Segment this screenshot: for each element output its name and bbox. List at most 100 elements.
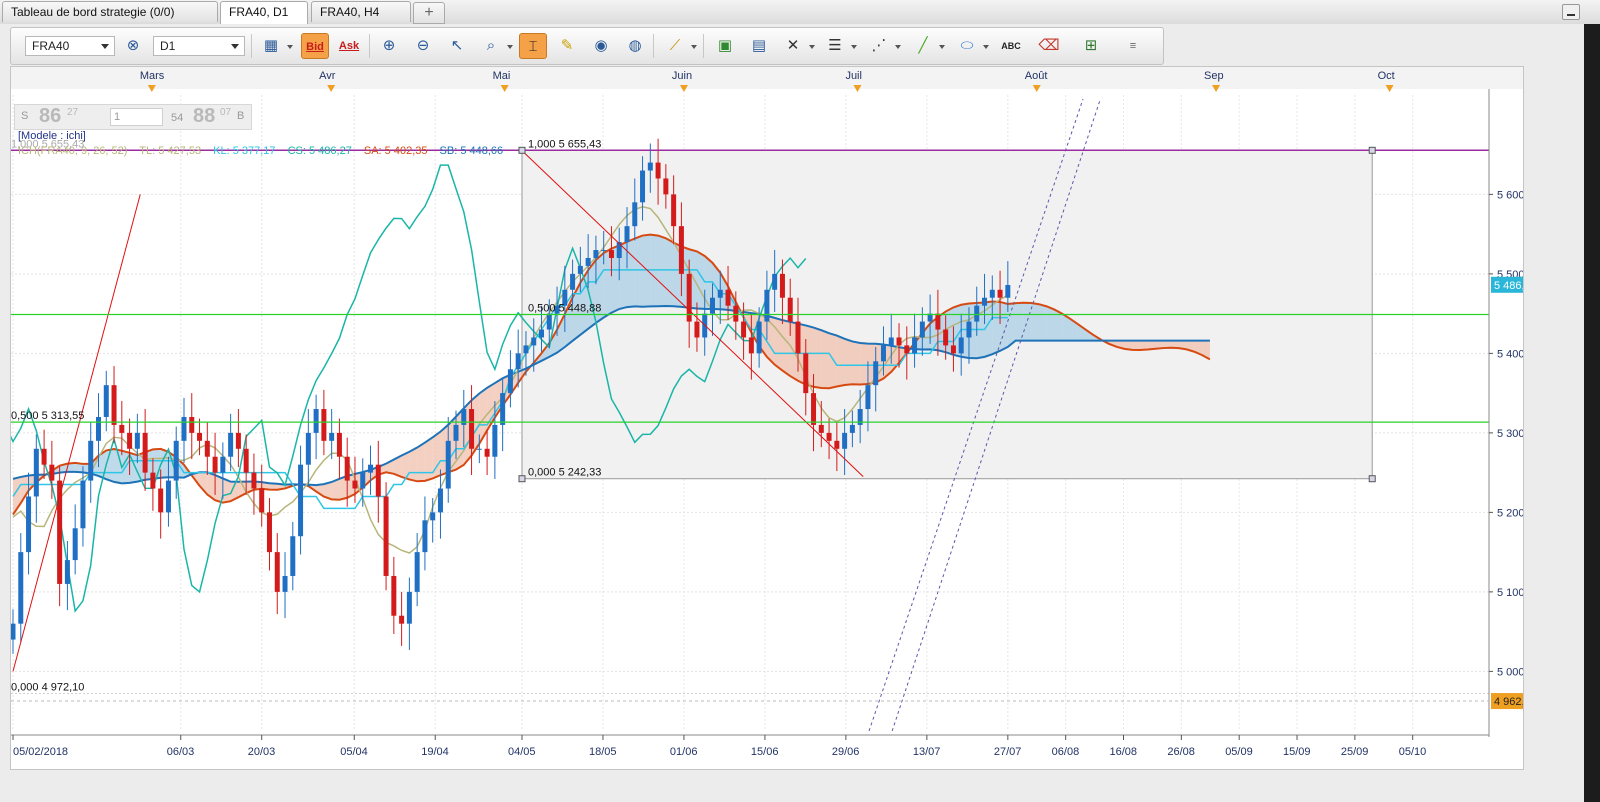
kumo-segment [829,333,837,389]
candle-body [220,456,226,473]
candle-body [772,273,778,290]
eye-icon[interactable]: ◉ [587,33,615,59]
separator [653,34,654,58]
pen-icon[interactable]: ⋰ [865,33,893,59]
kumo-segment [658,235,666,307]
candle-body [725,289,731,306]
symbol-select[interactable]: FRA40 [25,36,115,56]
eraser-icon[interactable]: ⌫ [1035,33,1063,59]
fib-label: 0,500 5 313,55 [11,410,84,422]
candle-body [663,178,669,195]
bid-button[interactable]: Bid [301,33,329,59]
tab-label: FRA40, H4 [320,5,380,19]
candle-body [811,393,817,425]
globe-icon[interactable]: ◍ [621,33,649,59]
time-tick-label: 26/08 [1167,746,1195,758]
chevron-down-icon[interactable] [287,45,293,49]
kumo-segment [1046,306,1055,341]
sell-price[interactable]: 86 [39,105,61,128]
candle-body [709,297,715,314]
candle-body [33,448,39,497]
candle-body [616,242,622,258]
tab-dashboard[interactable]: Tableau de bord strategie (0/0) [2,1,218,22]
chevron-down-icon[interactable] [983,45,989,49]
candle-body [103,385,109,417]
tab-fra40-h4[interactable]: FRA40, H4 [311,1,411,22]
candle-body [507,369,513,394]
zoom-out-icon[interactable]: ⊖ [409,33,437,59]
candle-body [484,448,490,457]
lines-icon[interactable]: ☰ [821,33,849,59]
kumo-segment [424,437,433,481]
tab-fra40-d1[interactable]: FRA40, D1 [220,1,308,24]
pointer-icon[interactable]: ↖ [443,33,471,59]
chart-canvas[interactable]: 1,000 5 655,430,500 5 448,880,000 5 242,… [11,67,1523,769]
candle-body [259,488,265,513]
ellipse-icon[interactable]: ⬭ [953,33,981,59]
chart-toolbar: FRA40 ⊗ D1 ▦ Bid Ask ⊕ ⊖ ↖ ⌕ ⌶ ✎ ◉ ◍ ⟋ ▣… [10,27,1164,65]
text-tool-label: ABC [1001,41,1021,51]
candle-body [329,432,335,441]
one-click-trading-panel[interactable]: S 86 27 1 54 88 07 B [14,104,252,130]
text-icon[interactable]: ABC [997,33,1025,59]
chart-area[interactable]: 1,000 5 655,43 0,500 5 448,88 0,000 5 242,… [10,66,1524,770]
candle-body [787,297,793,322]
candle-body [764,289,770,322]
candle-body [779,273,785,298]
candle-body [134,432,140,449]
chevron-down-icon[interactable] [507,45,513,49]
magnifier-icon[interactable]: ⌕ [477,33,505,59]
chevron-down-icon[interactable] [895,45,901,49]
network-icon[interactable]: ⊞ [1077,33,1105,59]
candle-body [570,273,576,290]
crosshair-icon[interactable]: ⌶ [519,33,547,59]
window-icon[interactable]: ▤ [745,33,773,59]
time-tick-label: 04/05 [508,746,536,758]
candle-body [577,265,583,274]
highlighter-icon[interactable]: ✎ [553,33,581,59]
zoom-in-icon[interactable]: ⊕ [375,33,403,59]
candle-body [632,202,638,227]
month-label: Sep [1204,70,1224,82]
minimize-button[interactable] [1562,4,1580,20]
picture-icon[interactable]: ▣ [711,33,739,59]
chart-type-icon[interactable]: ▦ [257,33,285,59]
buy-price[interactable]: 88 [193,105,215,128]
timeframe-select[interactable]: D1 [153,36,245,56]
chevron-down-icon[interactable] [691,45,697,49]
candle-body [406,591,412,624]
chevron-down-icon[interactable] [851,45,857,49]
chevron-down-icon [101,44,109,49]
candle-body [197,432,203,441]
kumo-segment [774,317,783,371]
add-tab-button[interactable]: + [413,2,445,24]
tab-label: Tableau de bord strategie (0/0) [11,5,175,19]
candle-body [982,297,988,306]
ask-button[interactable]: Ask [335,33,363,59]
chevron-down-icon[interactable] [809,45,815,49]
candle-body [344,456,350,481]
kumo-segment [1023,302,1032,341]
kumo-segment [665,238,674,307]
candle-body [818,424,824,433]
candle-body [445,440,451,489]
spread-value: 54 [171,112,184,124]
model-label: [Modele : ichi] [18,130,86,142]
ruler-icon[interactable]: ⟋ [661,33,689,59]
chevron-down-icon[interactable] [939,45,945,49]
tools-icon[interactable]: ✕ [779,33,807,59]
menu-icon[interactable]: ≡ [1119,33,1147,59]
candle-body [647,162,653,171]
lot-size-input[interactable]: 1 [110,108,163,126]
candle-body [678,226,684,274]
candle-body [368,464,374,473]
fib-label: 0,500 5 448,88 [528,303,601,315]
link-icon[interactable]: ⊗ [119,33,147,59]
trendline-icon[interactable]: ╱ [909,33,937,59]
kumo-segment [1139,340,1148,350]
kumo-segment [813,327,822,388]
kumo-segment [603,248,612,318]
candle-body [80,480,86,529]
candle-body [546,313,552,330]
candle-body [523,345,529,354]
